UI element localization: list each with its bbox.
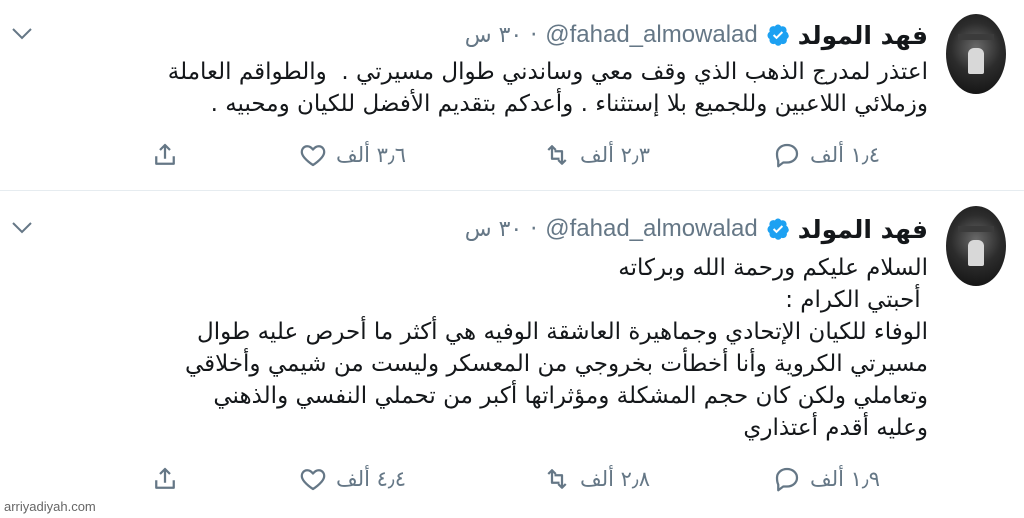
tweet-text: السلام عليكم ورحمة الله وبركاته أحبتي ال… [184,255,928,441]
chevron-down-icon[interactable] [10,26,34,42]
retweet-count: ٢٫٣ ألف [580,143,651,167]
like-count: ٣٫٦ ألف [336,143,407,167]
tweet-time[interactable]: ٣٠ س [465,217,523,242]
retweet-button[interactable]: ٢٫٨ ألف [542,464,650,494]
like-button[interactable]: ٤٫٤ ألف [298,464,406,494]
separator-dot: · [530,22,538,48]
tweet-text: اعتذر لمدرج الذهب الذي وقف معي وساندني ط… [167,59,928,117]
tweet[interactable]: فهد المولد @fahad_almowalad · ٣٠ س اعتذر… [0,0,1024,191]
like-count: ٤٫٤ ألف [336,467,407,491]
tweet-actions: ١٫٩ ألف ٢٫٨ ألف ٤٫٤ ألف [150,464,910,498]
share-button[interactable] [150,140,180,170]
reply-count: ١٫٤ ألف [810,143,881,167]
like-icon [300,469,326,491]
avatar[interactable] [946,206,1006,286]
watermark: arriyadiyah.com [4,499,96,514]
verified-badge-icon [767,24,789,46]
tweet-header: فهد المولد @fahad_almowalad · ٣٠ س [465,20,928,50]
share-button[interactable] [150,464,180,494]
retweet-button[interactable]: ٢٫٣ ألف [542,140,650,170]
reply-icon [775,143,799,168]
author-name[interactable]: فهد المولد [798,215,928,244]
like-icon [300,145,326,167]
reply-button[interactable]: ١٫٩ ألف [772,464,880,494]
tweet-actions: ١٫٤ ألف ٢٫٣ ألف ٣٫٦ ألف [150,140,910,174]
author-name[interactable]: فهد المولد [798,21,928,50]
chevron-down-icon[interactable] [10,220,34,236]
tweet-header: فهد المولد @fahad_almowalad · ٣٠ س [465,214,928,244]
tweet[interactable]: فهد المولد @fahad_almowalad · ٣٠ س السلا… [0,192,1024,518]
share-icon [155,467,175,489]
reply-icon [775,467,799,492]
avatar[interactable] [946,14,1006,94]
retweet-icon [547,145,567,165]
author-handle[interactable]: @fahad_almowalad [545,215,758,243]
retweet-count: ٢٫٨ ألف [580,467,651,491]
tweet-time[interactable]: ٣٠ س [465,23,523,48]
reply-button[interactable]: ١٫٤ ألف [772,140,880,170]
verified-badge-icon [767,218,789,240]
share-icon [155,143,175,165]
reply-count: ١٫٩ ألف [810,467,881,491]
retweet-icon [547,469,567,489]
author-handle[interactable]: @fahad_almowalad [545,21,758,49]
like-button[interactable]: ٣٫٦ ألف [298,140,406,170]
separator-dot: · [530,216,538,242]
